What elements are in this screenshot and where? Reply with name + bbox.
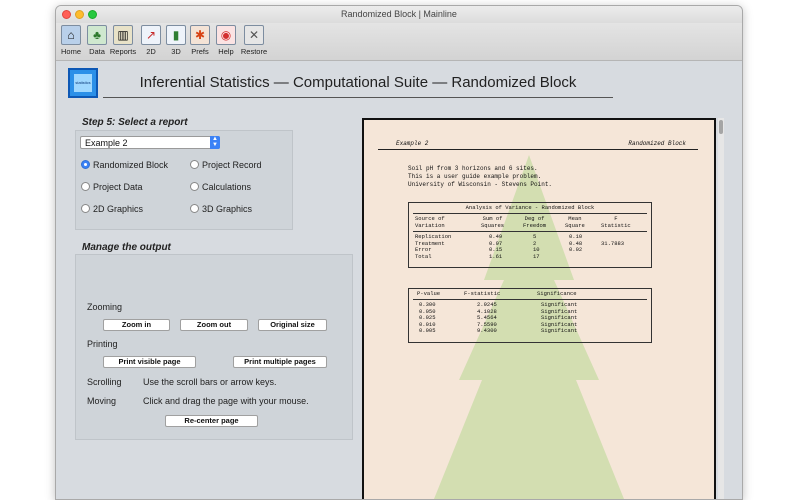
output-section-heading: Manage the output xyxy=(82,242,171,253)
fstat-header: F-statistic xyxy=(464,290,501,297)
table-row: 31.7883 xyxy=(601,239,625,247)
report-page-viewer[interactable]: Example 2 Randomized Block Soil pH from … xyxy=(362,118,716,499)
zooming-label: Zooming xyxy=(87,302,123,312)
table-row: Significant Significant Significant Signifi… xyxy=(541,301,578,334)
radio-project-data[interactable]: Project Data xyxy=(81,182,143,192)
doc-header-right: Randomized Block xyxy=(628,140,686,147)
printing-label: Printing xyxy=(87,339,118,349)
page-title: Inferential Statistics — Computational S… xyxy=(103,70,613,98)
pvalue-header: P-value xyxy=(417,290,441,297)
moving-label: Moving xyxy=(87,396,117,406)
anova-header-f: F Statistic xyxy=(601,215,631,229)
anova-header-source: Source of Variation xyxy=(415,215,445,229)
doc-intro-line-1: Soil pH from 3 horizons and 6 sites. xyxy=(408,165,538,172)
significance-header: Significance xyxy=(537,290,577,297)
minimize-window-icon[interactable] xyxy=(75,10,84,19)
scrolling-help-text: Use the scroll bars or arrow keys. xyxy=(143,377,277,387)
doc-header-left: Example 2 xyxy=(396,140,429,147)
line-chart-icon: ↗ xyxy=(141,25,161,45)
maple-leaf-icon: ✱ xyxy=(190,25,210,45)
table-row: Replication Treatment Error Total xyxy=(415,233,452,260)
radio-empty-icon xyxy=(81,182,90,191)
anova-header-ms: Mean Square xyxy=(565,215,585,229)
anova-header-ss: Sum of Squares xyxy=(481,215,505,229)
app-logo: statistics xyxy=(68,68,98,98)
radio-randomized-block[interactable]: Randomized Block xyxy=(81,160,168,170)
anova-table: Analysis of Variance - Randomized Block … xyxy=(408,202,652,268)
toolbar-restore-button[interactable]: ✕ Restore xyxy=(241,25,267,56)
radio-3d-graphics[interactable]: 3D Graphics xyxy=(190,204,252,214)
radio-2d-graphics[interactable]: 2D Graphics xyxy=(81,204,143,214)
app-window: Randomized Block | Mainline ⌂ Home ♣ Dat… xyxy=(55,5,743,500)
chevron-updown-icon: ▲ ▼ xyxy=(210,136,220,149)
anova-header-df: Deg of Freedom xyxy=(523,215,547,229)
table-row: 0.300 0.050 0.025 0.010 0.005 xyxy=(419,301,436,334)
doc-header-rule xyxy=(378,149,698,150)
radio-empty-icon xyxy=(190,182,199,191)
radio-project-record[interactable]: Project Record xyxy=(190,160,262,170)
radio-calculations[interactable]: Calculations xyxy=(190,182,251,192)
tools-icon: ✕ xyxy=(244,25,264,45)
scrollbar-thumb[interactable] xyxy=(719,120,723,134)
print-multiple-pages-button[interactable]: Print multiple pages xyxy=(233,356,327,368)
window-title: Randomized Block | Mainline xyxy=(341,9,457,19)
tree-icon: ♣ xyxy=(87,25,107,45)
toolbar: ⌂ Home ♣ Data ▥ Reports ↗ 2D ▮ 3D ✱ Pref… xyxy=(56,23,742,61)
radio-empty-icon xyxy=(81,204,90,213)
home-icon: ⌂ xyxy=(61,25,81,45)
report-section-heading: Step 5: Select a report xyxy=(82,117,188,128)
example-select-value: Example 2 xyxy=(85,138,128,148)
logo-text: statistics xyxy=(74,74,92,92)
radio-empty-icon xyxy=(190,204,199,213)
bar-chart-icon: ▮ xyxy=(166,25,186,45)
original-size-button[interactable]: Original size xyxy=(258,319,327,331)
radio-empty-icon xyxy=(190,160,199,169)
table-row: 0.49 0.97 0.15 1.61 xyxy=(489,233,503,260)
anova-title: Analysis of Variance - Randomized Block xyxy=(465,204,595,211)
table-row: 5 2 10 17 xyxy=(533,233,540,260)
lifebuoy-icon: ◉ xyxy=(216,25,236,45)
scrolling-label: Scrolling xyxy=(87,377,122,387)
doc-intro-line-2: This is a user guide example problem. xyxy=(408,173,542,180)
print-visible-page-button[interactable]: Print visible page xyxy=(103,356,196,368)
close-window-icon[interactable] xyxy=(62,10,71,19)
zoom-window-icon[interactable] xyxy=(88,10,97,19)
radio-selected-icon xyxy=(81,160,90,169)
moving-help-text: Click and drag the page with your mouse. xyxy=(143,396,309,406)
building-icon: ▥ xyxy=(113,25,133,45)
table-row: 2.9245 4.1028 5.4564 7.5590 9.4300 xyxy=(477,301,497,334)
pvalue-table: P-value F-statistic Significance 0.300 0.… xyxy=(408,288,652,343)
vertical-scrollbar[interactable] xyxy=(718,118,724,499)
zoom-out-button[interactable]: Zoom out xyxy=(180,319,248,331)
doc-intro-line-3: University of Wisconsin - Stevens Point. xyxy=(408,181,553,188)
example-select[interactable]: Example 2 ▲ ▼ xyxy=(80,136,220,149)
table-row: 0.10 0.48 0.02 xyxy=(569,233,583,253)
recenter-page-button[interactable]: Re-center page xyxy=(165,415,258,427)
title-bar: Randomized Block | Mainline xyxy=(56,6,742,23)
zoom-in-button[interactable]: Zoom in xyxy=(103,319,170,331)
